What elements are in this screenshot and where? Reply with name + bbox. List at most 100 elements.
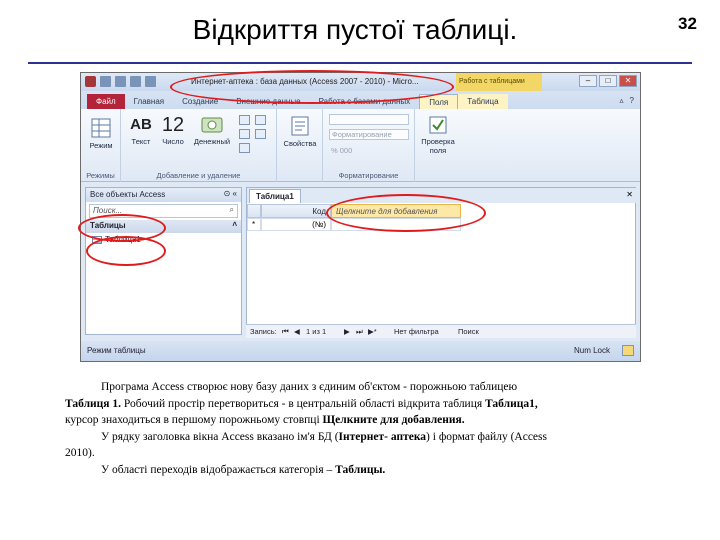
caption-text-4b: ) і формат файлу (Access	[426, 430, 547, 443]
nav-search-input[interactable]: Поиск... ⌕	[89, 204, 238, 218]
nav-pane-title: Все объекты Access	[90, 190, 166, 199]
tab-table[interactable]: Таблица	[458, 94, 508, 109]
group-add-delete-label: Добавление и удаление	[156, 171, 241, 180]
new-record-button[interactable]: ▶*	[368, 327, 377, 336]
slide-number: 32	[678, 14, 697, 33]
text-glyph-icon: AB	[130, 116, 152, 133]
number-format-symbols: % 000	[331, 146, 353, 155]
yes-no-field-icon[interactable]	[239, 129, 250, 139]
date-field-icon[interactable]	[239, 143, 250, 153]
currency-field-label: Денежный	[193, 137, 231, 146]
record-navigator: Запись: ⏮ ◀ 1 из 1 ▶ ⏭ ▶* Нет фильтра По…	[246, 324, 636, 338]
properties-button[interactable]: Свойства	[280, 115, 320, 148]
maximize-button[interactable]: □	[599, 75, 617, 87]
ribbon: Режим Режимы AB Текст 12 Число Денежный	[81, 109, 640, 182]
caption-line-4: У рядку заголовка вікна Access вказано і…	[65, 429, 655, 446]
save-icon[interactable]	[100, 76, 111, 87]
tab-fields[interactable]: Поля	[419, 94, 459, 109]
tab-create[interactable]: Создание	[173, 94, 227, 109]
caption-bold-1: Таблиця 1.	[65, 397, 122, 410]
window-titlebar: Интернет-аптека : база данных (Access 20…	[81, 73, 640, 91]
tab-external-data[interactable]: Внешние данные	[227, 94, 309, 109]
properties-label: Свойства	[283, 139, 317, 148]
search-icon[interactable]: ⌕	[230, 205, 234, 215]
context-tab-header: Работа с таблицами	[456, 73, 542, 91]
customize-icon[interactable]	[145, 76, 156, 87]
nav-item-table1[interactable]: Таблица1	[86, 233, 241, 246]
minimize-ribbon-icon[interactable]: ▵	[620, 96, 624, 105]
text-field-label: Текст	[131, 137, 151, 146]
tab-database-tools[interactable]: Работа с базами данных	[310, 94, 420, 109]
close-button[interactable]: ✕	[619, 75, 637, 87]
prev-record-button[interactable]: ◀	[294, 327, 300, 336]
group-views-label: Режимы	[86, 171, 115, 180]
nav-category-tables[interactable]: Таблицы ˄	[86, 220, 241, 233]
caption-bold-2: Таблица1,	[485, 397, 538, 410]
quick-access-toolbar	[85, 76, 156, 87]
nav-search-placeholder: Поиск...	[93, 206, 123, 215]
text-field-button[interactable]: AB Текст	[127, 115, 155, 146]
more-fields-icon[interactable]	[239, 115, 250, 125]
column-header-id[interactable]: Код	[261, 204, 331, 218]
nav-pane-header[interactable]: Все объекты Access ⊙ «	[86, 188, 241, 202]
view-button[interactable]: Режим	[84, 117, 118, 150]
delete-field-icon[interactable]	[255, 129, 266, 139]
number-field-label: Число	[162, 137, 184, 146]
minimize-button[interactable]: –	[579, 75, 597, 87]
caption-line-6: У області переходів відображається катег…	[65, 462, 655, 479]
caption-line-1: Програма Access створює нову базу даних …	[101, 381, 518, 393]
validation-check-icon	[429, 116, 447, 134]
table-icon	[92, 235, 102, 244]
new-row-add-cell[interactable]	[331, 218, 461, 231]
access-app-icon[interactable]	[85, 76, 96, 87]
access-screenshot: Интернет-аптека : база данных (Access 20…	[80, 72, 641, 362]
number-glyph-icon: 12	[161, 114, 185, 136]
currency-field-button[interactable]: Денежный	[191, 115, 233, 146]
window-title: Интернет-аптека : база данных (Access 20…	[191, 77, 419, 86]
status-bar: Режим таблицы Num Lock	[81, 341, 640, 361]
doc-tab-table1[interactable]: Таблица1	[249, 189, 301, 203]
caption-line-5: 2010).	[65, 447, 95, 460]
caption-text-6: У області переходів відображається катег…	[101, 463, 336, 476]
nav-item-label: Таблица1	[105, 235, 141, 244]
currency-icon	[201, 117, 223, 133]
caption-bold-3: Щелкните для добавления.	[322, 414, 465, 427]
nav-category-label: Таблицы	[90, 221, 126, 230]
last-record-button[interactable]: ⏭	[356, 327, 363, 337]
group-views: Режим Режимы	[81, 109, 121, 182]
group-formatting: Форматирование % 000 Форматирование	[323, 109, 415, 182]
data-type-combo[interactable]	[329, 114, 409, 125]
first-record-button[interactable]: ⏮	[282, 327, 289, 337]
caption-line-3: курсор знаходиться в першому порожньому …	[65, 412, 655, 429]
datasheet-view-icon[interactable]	[622, 345, 634, 356]
group-properties: Свойства	[277, 109, 323, 182]
record-search[interactable]: Поиск	[458, 327, 479, 336]
field-name-icon[interactable]	[255, 115, 266, 125]
format-combo[interactable]: Форматирование	[329, 129, 409, 140]
tab-home[interactable]: Главная	[125, 94, 173, 109]
next-record-button[interactable]: ▶	[344, 327, 350, 336]
caption-text-2: Робочий простір перетвориться - в центра…	[121, 397, 486, 410]
caption-text-3: курсор знаходиться в першому порожньому …	[65, 414, 323, 427]
undo-icon[interactable]	[115, 76, 126, 87]
caption-line-2: Таблиця 1. Робочий простір перетвориться…	[65, 396, 655, 413]
slide-title: Відкриття пустої таблиці.	[192, 14, 518, 45]
title-rule	[28, 62, 692, 64]
row-selector-header[interactable]	[247, 204, 261, 218]
filter-indicator[interactable]: Нет фильтра	[394, 327, 439, 336]
view-button-label: Режим	[89, 141, 113, 150]
column-header-add[interactable]: Щелкните для добавления	[331, 204, 461, 218]
nav-pane-buttons[interactable]: ⊙ «	[224, 189, 237, 198]
redo-icon[interactable]	[130, 76, 141, 87]
tab-file[interactable]: Файл	[87, 94, 125, 109]
chevron-up-icon[interactable]: ˄	[232, 220, 237, 229]
number-field-button[interactable]: 12 Число	[159, 115, 187, 146]
caption: Програма Access створює нову базу даних …	[65, 379, 655, 479]
close-doc-icon[interactable]: ✕	[626, 190, 633, 199]
record-position[interactable]: 1 из 1	[306, 327, 326, 336]
new-row-id-cell[interactable]: (№)	[261, 218, 331, 231]
grid-view-icon	[91, 118, 111, 138]
status-num-lock: Num Lock	[573, 346, 610, 355]
help-icon[interactable]: ?	[630, 96, 634, 105]
field-validation-button[interactable]: Проверка поля	[417, 115, 459, 155]
